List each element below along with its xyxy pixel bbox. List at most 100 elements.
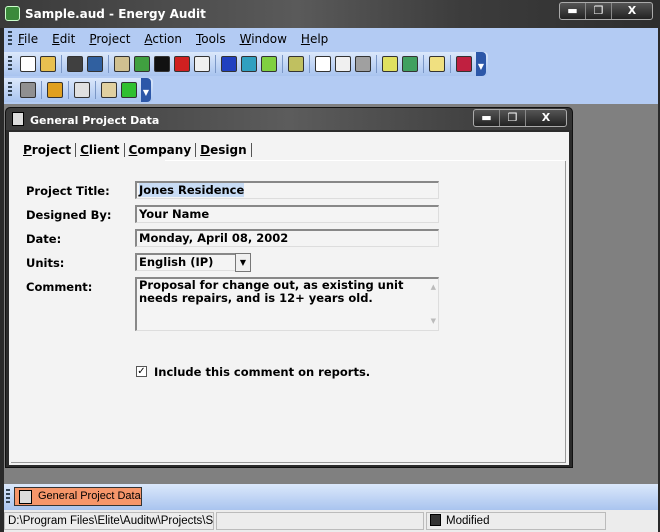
grip-handle[interactable]	[8, 31, 12, 47]
menu-window[interactable]: Window	[240, 32, 287, 46]
menu-toolbar-area: File Edit Project Action Tools Window He…	[4, 28, 658, 104]
comment-value: Proposal for change out, as existing uni…	[139, 278, 404, 305]
menu-help[interactable]: Help	[301, 32, 328, 46]
include-comment-checkbox[interactable]: ✓	[136, 366, 147, 377]
designed-by-input[interactable]: Your Name	[135, 205, 439, 223]
minimize-button[interactable]: ▬	[560, 3, 586, 19]
mdi-workspace: General Project Data ▬ ❐ X Project Clien…	[4, 104, 658, 484]
open-folder-icon[interactable]	[40, 56, 56, 72]
menu-project[interactable]: Project	[89, 32, 130, 46]
find-icon[interactable]	[74, 82, 90, 98]
child-window-controls: ▬ ❐ X	[473, 109, 567, 127]
comment-textarea[interactable]: Proposal for change out, as existing uni…	[135, 277, 439, 331]
weather-icon[interactable]	[382, 56, 398, 72]
child-close-button[interactable]: X	[526, 110, 566, 126]
disk-icon	[430, 514, 441, 526]
window-controls: ▬ ❐ X	[559, 2, 653, 20]
taskbar-item-general-project-data[interactable]: General Project Data	[14, 487, 142, 506]
save-icon[interactable]	[67, 56, 83, 72]
project-title-label: Project Title:	[26, 184, 110, 198]
menu-action[interactable]: Action	[144, 32, 182, 46]
status-state: Modified	[426, 512, 606, 530]
toolbar-separator	[282, 55, 283, 73]
menu-file[interactable]: File	[18, 32, 38, 46]
fan-icon[interactable]	[174, 56, 190, 72]
house-icon[interactable]	[456, 56, 472, 72]
toolbar-separator	[61, 55, 62, 73]
include-comment-label: Include this comment on reports.	[154, 365, 371, 379]
scroll-down-icon[interactable]: ▼	[431, 315, 436, 328]
colors-icon[interactable]	[47, 82, 63, 98]
tab-design[interactable]: Design	[196, 143, 252, 157]
print-icon[interactable]	[355, 56, 371, 72]
toolbar-separator	[68, 81, 69, 99]
taskbar-grip[interactable]	[6, 489, 10, 505]
building-icon[interactable]	[114, 56, 130, 72]
app-icon[interactable]	[5, 6, 20, 21]
toolbar-separator	[423, 55, 424, 73]
child-body: Project Client Company Design Project Ti…	[9, 132, 569, 465]
child-minimize-button[interactable]: ▬	[474, 110, 500, 126]
close-button[interactable]: X	[612, 3, 652, 19]
page-icon[interactable]	[315, 56, 331, 72]
list-icon[interactable]	[261, 56, 277, 72]
child-maximize-button[interactable]: ❐	[500, 110, 526, 126]
date-label: Date:	[26, 232, 62, 246]
scale-icon[interactable]	[221, 56, 237, 72]
toolbar-overflow-button[interactable]: ▼	[476, 52, 486, 76]
tab-project[interactable]: Project	[19, 143, 77, 157]
book-icon[interactable]	[101, 82, 117, 98]
cost-icon[interactable]	[134, 56, 150, 72]
project-title-input[interactable]: Jones Residence	[135, 181, 439, 199]
main-toolbar: ▼	[4, 52, 488, 76]
menu-tools[interactable]: Tools	[196, 32, 226, 46]
toolbar-separator	[95, 81, 96, 99]
tab-bar: Project Client Company Design	[19, 143, 252, 157]
project-title-value: Jones Residence	[139, 183, 245, 197]
zoom-icon[interactable]	[288, 56, 304, 72]
toolbar-separator	[108, 55, 109, 73]
comment-label: Comment:	[26, 280, 93, 294]
scroll-up-icon[interactable]: ▲	[431, 281, 436, 294]
toolbar-grip[interactable]	[8, 56, 12, 72]
toolbar-separator	[309, 55, 310, 73]
toolbar-grip[interactable]	[8, 82, 12, 98]
child-window-title: General Project Data	[30, 114, 160, 127]
toolbar-overflow-button[interactable]: ▼	[141, 78, 151, 102]
toolbar-separator	[215, 55, 216, 73]
menu-edit[interactable]: Edit	[52, 32, 75, 46]
chevron-down-icon[interactable]: ▼	[235, 253, 251, 272]
units-label: Units:	[26, 256, 65, 270]
tree-icon[interactable]	[429, 56, 445, 72]
menu-bar: File Edit Project Action Tools Window He…	[4, 28, 342, 50]
house-outline-icon[interactable]	[20, 82, 36, 98]
status-state-label: Modified	[446, 515, 490, 527]
p-report-icon[interactable]	[241, 56, 257, 72]
window-title: Sample.aud - Energy Audit	[25, 7, 206, 21]
units-value: English (IP)	[139, 255, 214, 269]
utility-icon[interactable]	[194, 56, 210, 72]
toolbar-separator	[41, 81, 42, 99]
maximize-button[interactable]: ❐	[586, 3, 612, 19]
tab-client[interactable]: Client	[76, 143, 125, 157]
new-file-icon[interactable]	[20, 56, 36, 72]
status-middle	[216, 512, 424, 530]
save-all-icon[interactable]	[87, 56, 103, 72]
print-preview-icon[interactable]	[335, 56, 351, 72]
status-bar: D:\Program Files\Elite\Auditw\Projects\S…	[4, 510, 658, 532]
toolbar-separator	[450, 55, 451, 73]
toolbar-separator	[376, 55, 377, 73]
help-icon[interactable]	[121, 82, 137, 98]
project-tab-panel: Project Title: Jones Residence Designed …	[11, 161, 566, 463]
units-select[interactable]: English (IP) ▼	[135, 253, 251, 272]
plug-icon[interactable]	[154, 56, 170, 72]
window-taskbar: General Project Data	[4, 484, 658, 510]
map-icon[interactable]	[402, 56, 418, 72]
date-input[interactable]: Monday, April 08, 2002	[135, 229, 439, 247]
tab-company[interactable]: Company	[125, 143, 197, 157]
secondary-toolbar: ▼	[4, 78, 153, 102]
general-project-data-window: General Project Data ▬ ❐ X Project Clien…	[5, 107, 573, 468]
project-data-icon	[12, 112, 24, 126]
child-title-bar: General Project Data ▬ ❐ X	[6, 108, 572, 130]
project-data-icon	[19, 490, 32, 504]
